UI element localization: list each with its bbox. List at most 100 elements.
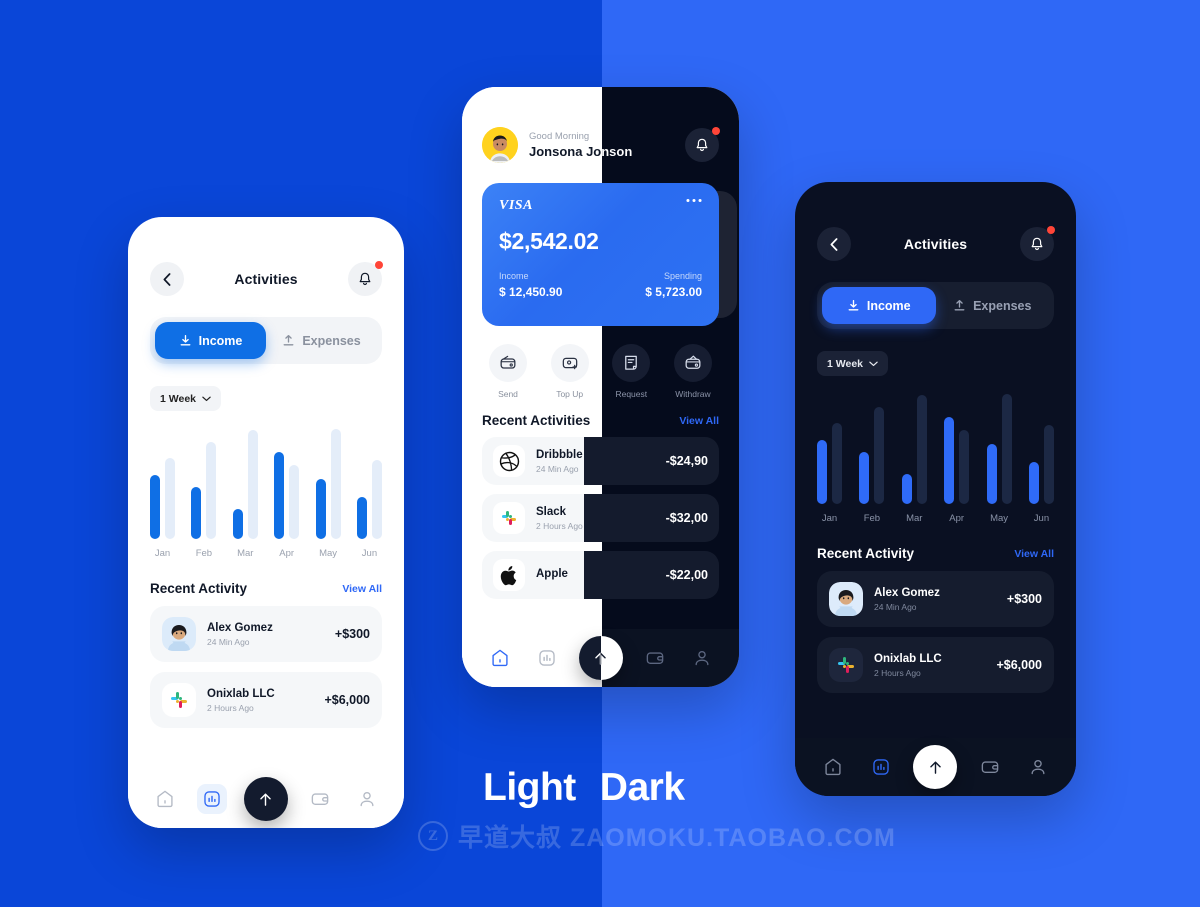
send-fab-button[interactable] bbox=[913, 745, 958, 789]
tab-stats[interactable] bbox=[866, 752, 896, 782]
upload-arrow-icon bbox=[954, 299, 965, 311]
quick-action-label: Withdraw bbox=[675, 389, 711, 399]
view-all-link[interactable]: View All bbox=[1014, 548, 1054, 560]
tab-profile[interactable] bbox=[352, 784, 382, 814]
transaction-name: Apple bbox=[536, 567, 568, 580]
quick-action-withdraw[interactable]: Withdraw bbox=[667, 344, 719, 399]
person-icon bbox=[695, 650, 708, 666]
download-arrow-icon bbox=[848, 299, 859, 311]
tab-wallet[interactable] bbox=[640, 643, 670, 673]
quick-action-icon-wrap bbox=[550, 344, 589, 382]
notification-badge bbox=[712, 127, 720, 135]
activities-header: Activities bbox=[150, 247, 383, 311]
range-filter-wrap: 1 Week bbox=[817, 351, 1054, 376]
tab-wallet[interactable] bbox=[975, 752, 1005, 782]
tab-home[interactable] bbox=[485, 643, 515, 673]
notification-badge bbox=[375, 261, 383, 269]
chart-bar-reference bbox=[916, 395, 927, 504]
range-filter-label: 1 Week bbox=[827, 357, 863, 370]
quick-action-icon-wrap bbox=[489, 344, 527, 382]
chart-bar-income bbox=[986, 444, 997, 504]
chart-bar-reference bbox=[959, 430, 970, 504]
tab-profile[interactable] bbox=[687, 643, 717, 673]
notification-button[interactable] bbox=[348, 261, 383, 296]
quick-action-icon-wrap bbox=[612, 344, 651, 382]
back-button[interactable] bbox=[150, 262, 184, 296]
more-horizontal-icon[interactable] bbox=[686, 198, 702, 203]
transaction-row[interactable]: Apple -$22,00 bbox=[482, 551, 719, 599]
card-spending-value: $ 5,723.00 bbox=[645, 285, 702, 299]
arrow-up-icon bbox=[930, 761, 941, 774]
activity-icon bbox=[829, 582, 863, 616]
chart-bar-reference bbox=[371, 460, 382, 539]
transaction-row[interactable]: Dribbble 24 Min Ago -$24,90 bbox=[482, 437, 719, 485]
back-button[interactable] bbox=[817, 227, 851, 261]
home-icon bbox=[157, 790, 173, 808]
transaction-row[interactable]: Slack 2 Hours Ago -$32,00 bbox=[482, 494, 719, 542]
tab-expenses[interactable]: Expenses bbox=[936, 287, 1050, 324]
activity-time: 2 Hours Ago bbox=[207, 703, 254, 714]
slack-icon bbox=[500, 509, 518, 527]
activity-row[interactable]: Onixlab LLC 2 Hours Ago +$6,000 bbox=[817, 637, 1054, 693]
quick-action-top-up[interactable]: Top Up bbox=[544, 344, 596, 399]
tab-home[interactable] bbox=[818, 752, 848, 782]
range-filter-wrap: 1 Week bbox=[150, 386, 382, 411]
chart-bar-reference bbox=[289, 465, 300, 539]
quick-action-send[interactable]: Send bbox=[482, 344, 534, 399]
send-fab-button[interactable] bbox=[578, 636, 623, 680]
chart-month-label: May bbox=[990, 513, 1009, 524]
bell-icon bbox=[359, 272, 371, 285]
tab-income[interactable]: Income bbox=[155, 322, 266, 359]
tab-wallet[interactable] bbox=[305, 784, 335, 814]
transaction-amount: -$22,00 bbox=[665, 568, 708, 582]
chart-bar-group bbox=[232, 430, 258, 539]
chart-month-label: May bbox=[319, 548, 338, 559]
chart-bar-group bbox=[1028, 425, 1054, 504]
chart-bar-income bbox=[274, 452, 285, 539]
recent-activity-list: Alex Gomez 24 Min Ago +$300 Onixlab LLC … bbox=[817, 571, 1054, 693]
visa-logo: VISA bbox=[499, 198, 533, 213]
quick-actions-row: Send Top Up Request Withdraw bbox=[482, 344, 719, 399]
tab-income[interactable]: Income bbox=[822, 287, 936, 324]
notification-button[interactable] bbox=[1020, 226, 1055, 261]
chart-bar-reference bbox=[330, 429, 341, 539]
activity-icon bbox=[829, 648, 863, 682]
income-expenses-segmented: Income Expenses bbox=[817, 282, 1054, 329]
recent-activities-header: Recent Activities View All bbox=[482, 413, 719, 428]
request-note-icon bbox=[625, 355, 638, 370]
activity-amount: +$300 bbox=[334, 627, 370, 641]
activity-amount: +$6,000 bbox=[324, 693, 370, 707]
transaction-name: Slack bbox=[536, 505, 567, 518]
view-all-link[interactable]: View All bbox=[342, 583, 382, 595]
range-filter[interactable]: 1 Week bbox=[817, 351, 888, 376]
quick-action-request[interactable]: Request bbox=[605, 344, 657, 399]
activity-amount: +$6,000 bbox=[996, 658, 1042, 672]
activity-row[interactable]: Alex Gomez 24 Min Ago +$300 bbox=[150, 606, 382, 662]
send-fab-button[interactable] bbox=[243, 777, 288, 821]
person-icon bbox=[360, 791, 374, 807]
page-title: Activities bbox=[234, 271, 298, 287]
activity-row[interactable]: Alex Gomez 24 Min Ago +$300 bbox=[817, 571, 1054, 627]
chart-bar-income bbox=[859, 452, 870, 504]
chart-bar-income bbox=[191, 487, 202, 539]
tab-stats[interactable] bbox=[532, 643, 562, 673]
chart-icon bbox=[872, 759, 889, 775]
avatar-man-icon bbox=[482, 127, 518, 163]
tab-expenses-label: Expenses bbox=[302, 333, 361, 348]
transaction-time: 2 Hours Ago bbox=[536, 521, 583, 532]
chart-bar-reference bbox=[874, 407, 885, 504]
balance-card[interactable]: VISA $2,542.02 Income $ 12,450.90 Spendi… bbox=[482, 183, 719, 326]
chart-bar-income bbox=[944, 417, 955, 504]
transaction-icon bbox=[493, 559, 525, 591]
chevron-down-icon bbox=[869, 361, 878, 366]
tab-profile[interactable] bbox=[1023, 752, 1053, 782]
chart-bar-reference bbox=[832, 423, 842, 504]
chart-bar-income bbox=[150, 475, 160, 539]
tab-stats[interactable] bbox=[197, 784, 228, 814]
range-filter[interactable]: 1 Week bbox=[150, 386, 221, 411]
activity-row[interactable]: Onixlab LLC 2 Hours Ago +$6,000 bbox=[150, 672, 382, 728]
tab-expenses[interactable]: Expenses bbox=[266, 322, 377, 359]
view-all-link[interactable]: View All bbox=[679, 415, 719, 427]
notification-button[interactable] bbox=[685, 127, 720, 162]
tab-home[interactable] bbox=[150, 784, 180, 814]
